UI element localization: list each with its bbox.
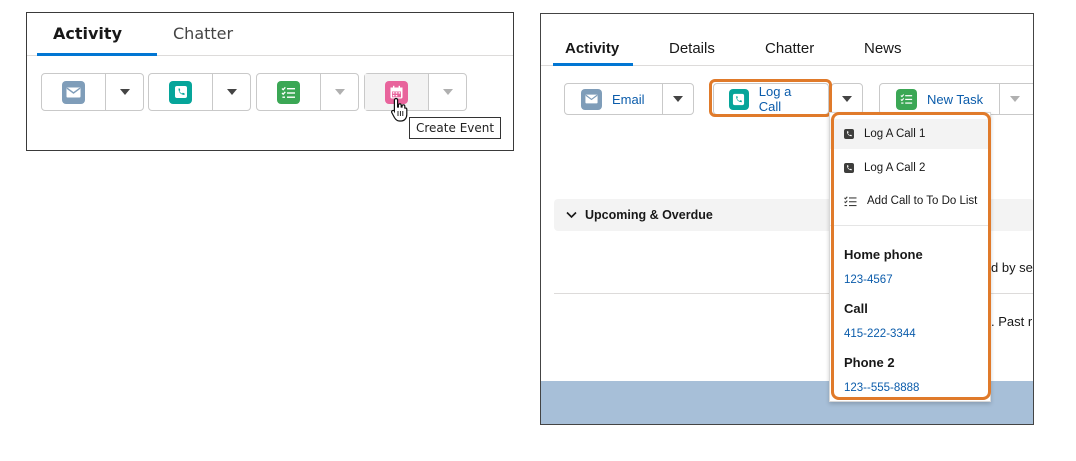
log-call-highlight [709,79,832,117]
email-dropdown-button[interactable] [663,84,693,114]
active-tab-indicator [37,53,157,56]
new-task-action-button[interactable] [257,74,321,110]
create-event-tooltip: Create Event [409,117,502,139]
chevron-down-icon [1010,96,1020,102]
tab-details[interactable]: Details [669,40,715,57]
chevron-down-icon [673,96,683,102]
new-task-split-button: New Task [879,83,1033,115]
chevron-down-icon [119,89,130,95]
chevron-down-icon [226,89,237,95]
task-dropdown-button[interactable] [321,74,358,110]
email-action-button[interactable] [42,74,106,110]
section-title: Upcoming & Overdue [585,208,713,222]
chevron-down-icon [442,89,453,95]
email-icon [62,80,85,104]
event-dropdown-button[interactable] [429,74,466,110]
task-icon [277,80,300,104]
email-split-button: Email [564,83,694,115]
event-action-group [364,73,467,111]
email-dropdown-button[interactable] [106,74,143,110]
task-action-group [256,73,359,111]
phone-icon [169,80,192,104]
new-task-dropdown-button[interactable] [1000,84,1030,114]
tab-activity[interactable]: Activity [53,24,122,43]
right-tab-bar: Activity Details Chatter News [541,14,1033,66]
new-task-button[interactable]: New Task [880,84,1000,114]
email-button[interactable]: Email [565,84,663,114]
timeline-text: . Past r [991,314,1033,329]
task-icon [896,88,917,110]
chevron-down-icon [566,211,577,219]
tab-chatter[interactable]: Chatter [765,40,814,57]
log-call-action-button[interactable] [149,74,213,110]
hand-pointer-icon [391,97,408,122]
tab-chatter[interactable]: Chatter [173,24,233,43]
chevron-down-icon [842,96,852,102]
email-button-label: Email [612,91,645,107]
timeline-text: d by se [991,260,1033,275]
log-call-dropdown-button[interactable] [831,83,863,115]
call-dropdown-button[interactable] [213,74,250,110]
email-icon [581,88,602,110]
menu-highlight [831,112,991,400]
tab-news[interactable]: News [864,40,902,57]
email-action-group [41,73,144,111]
call-action-group [148,73,251,111]
new-task-button-label: New Task [927,91,984,107]
left-tab-bar: Activity Chatter [27,13,513,56]
left-activity-panel: Activity Chatter Create Event [26,12,514,151]
chevron-down-icon [334,89,345,95]
active-tab-indicator [553,63,633,66]
tab-activity[interactable]: Activity [565,40,619,57]
